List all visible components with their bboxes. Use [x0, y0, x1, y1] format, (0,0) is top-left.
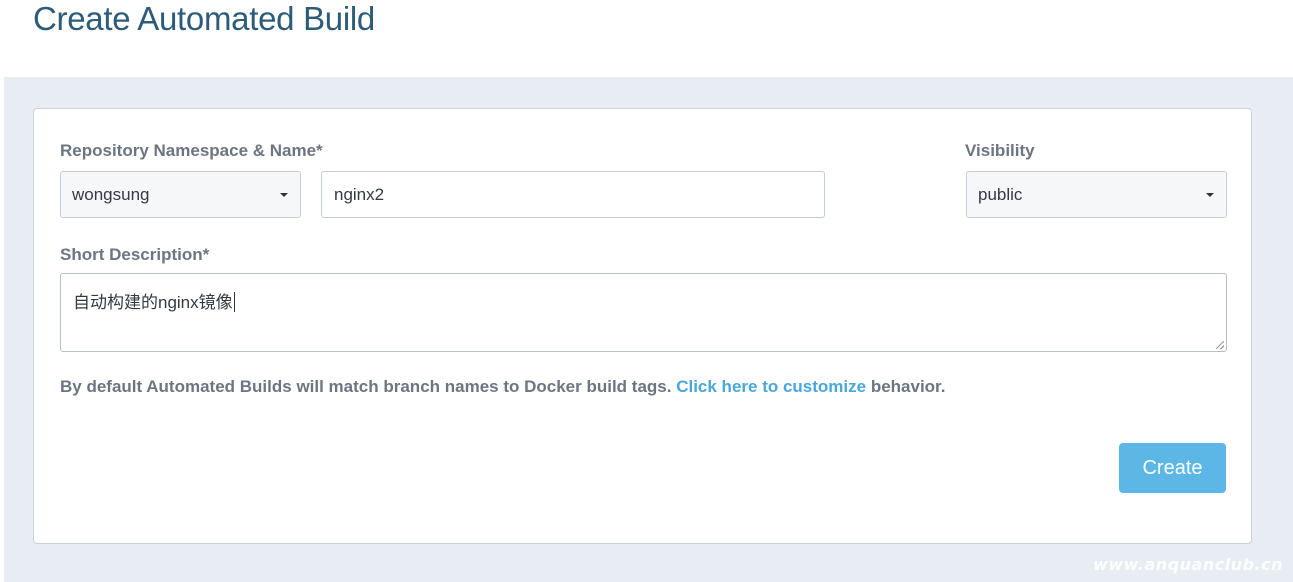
caret-down-icon	[280, 192, 288, 197]
customize-link[interactable]: Click here to customize	[676, 377, 866, 396]
watermark: www.anquanclub.cn	[1093, 555, 1283, 574]
namespace-select[interactable]: wongsung	[60, 171, 301, 218]
create-button[interactable]: Create	[1119, 443, 1226, 493]
short-description-label: Short Description*	[60, 245, 210, 264]
short-description-textarea[interactable]: 自动构建的nginx镜像	[60, 273, 1227, 352]
repository-name-value: nginx2	[334, 184, 385, 204]
help-text: By default Automated Builds will match b…	[60, 377, 945, 397]
text-cursor	[233, 292, 235, 312]
repository-label: Repository Namespace & Name*	[60, 141, 323, 160]
short-description-value: 自动构建的nginx镜像	[73, 293, 233, 312]
visibility-value: public	[978, 184, 1023, 204]
namespace-value: wongsung	[72, 184, 150, 204]
visibility-label: Visibility	[965, 141, 1035, 160]
help-text-suffix: behavior.	[866, 377, 946, 396]
caret-down-icon	[1206, 192, 1214, 197]
resize-handle-icon[interactable]	[1216, 341, 1224, 349]
repository-name-input[interactable]: nginx2	[321, 171, 825, 218]
help-text-prefix: By default Automated Builds will match b…	[60, 377, 677, 396]
visibility-select[interactable]: public	[966, 171, 1227, 218]
page-title: Create Automated Build	[33, 0, 375, 37]
